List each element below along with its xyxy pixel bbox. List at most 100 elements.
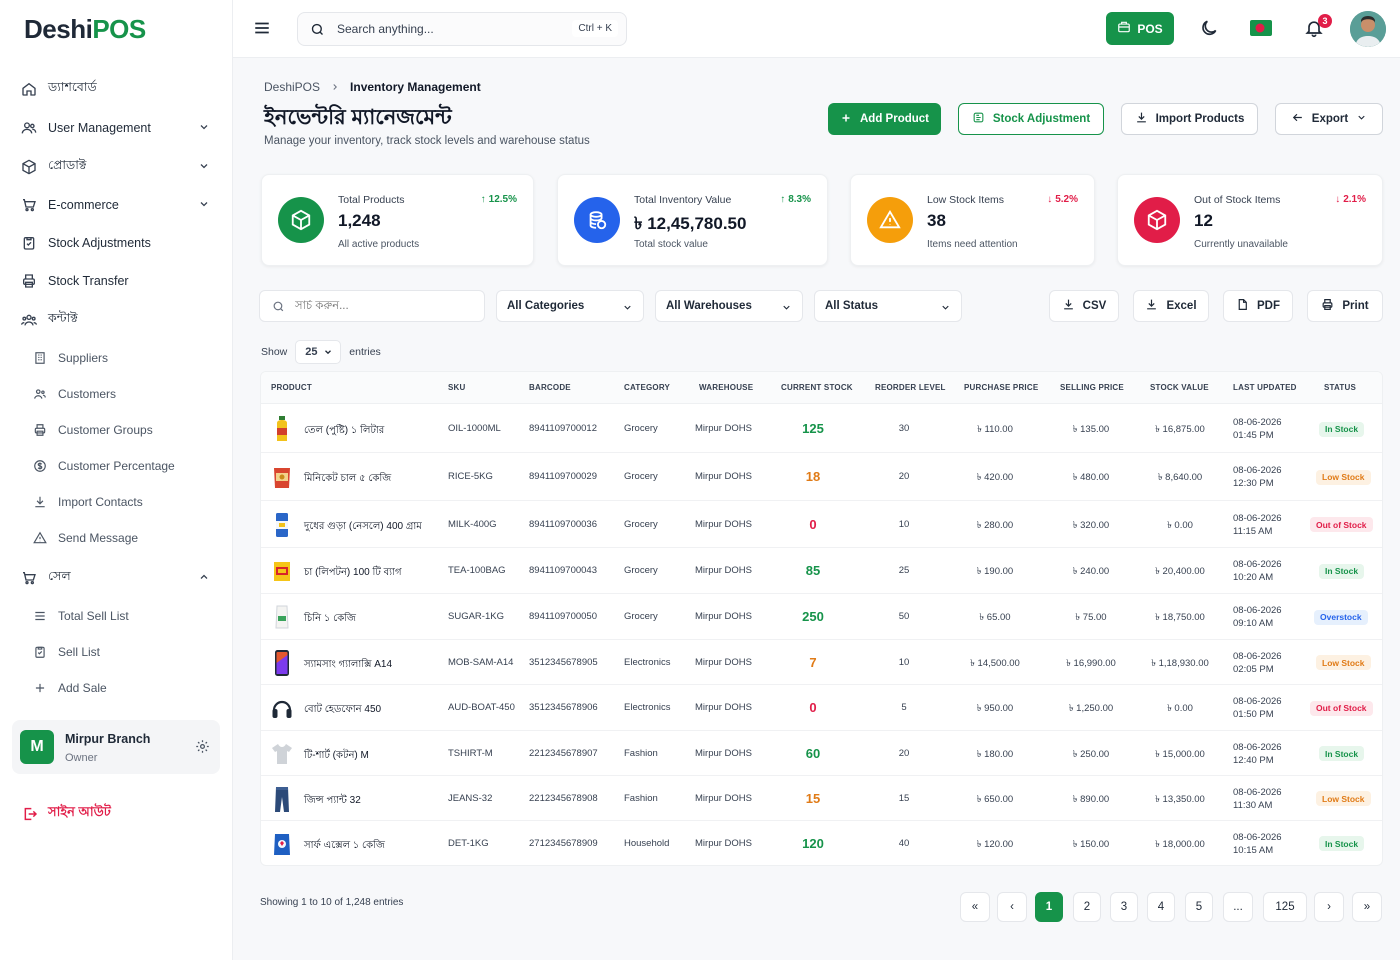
- product-name[interactable]: চা (লিপটন) 100 টি ব্যাগ: [304, 565, 402, 582]
- column-header[interactable]: CATEGORY: [624, 383, 670, 392]
- sidebar-sub-customer-percentage[interactable]: Customer Percentage: [32, 452, 222, 480]
- sidebar-sub-suppliers[interactable]: Suppliers: [32, 344, 222, 372]
- page-button[interactable]: 4: [1147, 892, 1175, 922]
- product-name[interactable]: তেল (পুষ্টি) ১ লিটার: [304, 423, 384, 440]
- sidebar-sub-customer-groups[interactable]: Customer Groups: [32, 416, 222, 444]
- updated-time: 12:40 PM: [1233, 754, 1274, 766]
- search-input[interactable]: [337, 22, 557, 36]
- column-header[interactable]: SKU: [448, 383, 466, 392]
- breadcrumb-root[interactable]: DeshiPOS: [264, 80, 320, 95]
- warehouse-cell: Mirpur DOHS: [695, 471, 753, 482]
- column-header[interactable]: SELLING PRICE: [1060, 383, 1124, 392]
- table-row[interactable]: মিনিকেট চাল ৫ কেজি RICE-5KG 8941109700029 G…: [261, 453, 1382, 501]
- sidebar-item-dashboard[interactable]: ড্যাশবোর্ড: [20, 74, 220, 104]
- last-updated-cell: 08-06-2026 11:30 AM: [1233, 786, 1282, 812]
- sidebar-sub-customers[interactable]: Customers: [32, 380, 222, 408]
- page-button[interactable]: 5: [1185, 892, 1213, 922]
- sidebar-sub-total-sell-list[interactable]: Total Sell List: [32, 602, 222, 630]
- product-name[interactable]: সার্ফ এক্সেল ১ কেজি: [304, 838, 385, 855]
- import-products-button[interactable]: Import Products: [1121, 103, 1258, 135]
- export-button[interactable]: Export: [1275, 103, 1383, 135]
- sidebar-sub-sell-list[interactable]: Sell List: [32, 638, 222, 666]
- entries-select[interactable]: 25: [295, 340, 342, 364]
- signout-button[interactable]: সাইন আউট: [22, 803, 111, 824]
- table-row[interactable]: জিন্স প্যান্ট 32 JEANS-32 2212345678908 Fas…: [261, 776, 1382, 821]
- page-button[interactable]: «: [960, 892, 990, 922]
- page-button[interactable]: ...: [1223, 892, 1253, 922]
- product-name[interactable]: বোট হেডফোন 450: [304, 702, 381, 719]
- table-search-input[interactable]: [295, 300, 465, 312]
- product-name[interactable]: দুধের গুড়া (নেসলে) 400 গ্রাম: [304, 519, 422, 536]
- gear-icon[interactable]: [195, 739, 210, 759]
- flag-icon[interactable]: [1250, 20, 1272, 36]
- user-avatar[interactable]: [1350, 11, 1386, 47]
- sidebar-item-stock-transfer[interactable]: Stock Transfer: [20, 266, 220, 296]
- warehouse-select[interactable]: All Warehouses: [655, 290, 803, 322]
- pos-button[interactable]: POS: [1106, 12, 1174, 45]
- product-name[interactable]: জিন্স প্যান্ট 32: [304, 793, 361, 810]
- print-button[interactable]: Print: [1307, 290, 1383, 322]
- sidebar-sub-add-sale[interactable]: Add Sale: [32, 674, 222, 702]
- warehouse-cell: Mirpur DOHS: [695, 702, 753, 713]
- menu-icon[interactable]: [253, 19, 271, 42]
- table-row[interactable]: স্যামসাং গ্যালাক্সি A14 MOB-SAM-A14 351234…: [261, 640, 1382, 685]
- table-row[interactable]: সার্ফ এক্সেল ১ কেজি DET-1KG 2712345678909 H…: [261, 821, 1382, 865]
- pdf-button[interactable]: PDF: [1223, 290, 1293, 322]
- stat-note: All active products: [338, 239, 420, 250]
- column-header[interactable]: CURRENT STOCK: [781, 383, 853, 392]
- column-header[interactable]: STOCK VALUE: [1150, 383, 1209, 392]
- add-product-button[interactable]: Add Product: [828, 103, 941, 135]
- sidebar-item-user-management[interactable]: User Management: [20, 113, 220, 143]
- sidebar-item-label: কন্টাক্ট: [48, 311, 78, 325]
- page-button[interactable]: 3: [1110, 892, 1138, 922]
- page-button[interactable]: ›: [1314, 892, 1344, 922]
- column-header[interactable]: LAST UPDATED: [1233, 383, 1297, 392]
- column-header[interactable]: PURCHASE PRICE: [964, 383, 1038, 392]
- home-icon: [20, 80, 38, 98]
- category-select[interactable]: All Categories: [496, 290, 644, 322]
- product-name[interactable]: মিনিকেট চাল ৫ কেজি: [304, 471, 391, 488]
- table-row[interactable]: চা (লিপটন) 100 টি ব্যাগ TEA-100BAG 8941109…: [261, 548, 1382, 594]
- column-header[interactable]: BARCODE: [529, 383, 571, 392]
- last-updated-cell: 08-06-2026 10:15 AM: [1233, 831, 1282, 857]
- branch-card[interactable]: M Mirpur Branch Owner: [12, 720, 220, 774]
- status-select[interactable]: All Status: [814, 290, 962, 322]
- moon-icon[interactable]: [1199, 18, 1219, 38]
- page-button[interactable]: 1: [1035, 892, 1063, 922]
- global-search[interactable]: Ctrl + K: [297, 12, 627, 46]
- reorder-level-cell: 10: [898, 518, 910, 530]
- product-name[interactable]: চিনি ১ কেজি: [304, 611, 356, 628]
- table-row[interactable]: চিনি ১ কেজি SUGAR-1KG 8941109700050 Grocery…: [261, 594, 1382, 640]
- sidebar-sub-import-contacts[interactable]: Import Contacts: [32, 488, 222, 516]
- download-icon: [1135, 111, 1148, 127]
- sidebar-item-sale[interactable]: সেল: [20, 563, 220, 593]
- page-button[interactable]: ‹: [997, 892, 1027, 922]
- arrow-left-icon: [1291, 111, 1304, 127]
- column-header[interactable]: REORDER LEVEL: [875, 383, 946, 392]
- column-header[interactable]: STATUS: [1324, 383, 1356, 392]
- table-search[interactable]: [259, 290, 485, 322]
- sidebar-item-product[interactable]: প্রোডাক্ট: [20, 152, 220, 182]
- sidebar-item-ecommerce[interactable]: E-commerce: [20, 190, 220, 220]
- table-row[interactable]: টি-শার্ট (কটন) M TSHIRT-M 2212345678907 Fas…: [261, 731, 1382, 776]
- table-row[interactable]: তেল (পুষ্টি) ১ লিটার OIL-1000ML 8941109700…: [261, 405, 1382, 453]
- status-badge: Overstock: [1314, 609, 1368, 625]
- excel-button[interactable]: Excel: [1133, 290, 1209, 322]
- column-header[interactable]: PRODUCT: [271, 383, 312, 392]
- sidebar-sub-send-message[interactable]: Send Message: [32, 524, 222, 552]
- brand-logo[interactable]: Deshi POS: [24, 14, 146, 45]
- sidebar-item-contacts[interactable]: কন্টাক্ট: [20, 305, 220, 335]
- page-button[interactable]: »: [1352, 892, 1382, 922]
- stock-adjustment-button[interactable]: Stock Adjustment: [958, 103, 1104, 135]
- current-stock-cell: 18: [805, 469, 821, 484]
- table-row[interactable]: দুধের গুড়া (নেসলে) 400 গ্রাম MILK-400G 89…: [261, 501, 1382, 548]
- product-name[interactable]: স্যামসাং গ্যালাক্সি A14: [304, 657, 392, 674]
- page-button[interactable]: 125: [1263, 892, 1307, 922]
- product-name[interactable]: টি-শার্ট (কটন) M: [304, 748, 369, 765]
- table-row[interactable]: বোট হেডফোন 450 AUD-BOAT-450 3512345678906 E…: [261, 685, 1382, 731]
- stat-trend: ↓ 2.1%: [1335, 194, 1366, 205]
- page-button[interactable]: 2: [1073, 892, 1101, 922]
- csv-button[interactable]: CSV: [1049, 290, 1119, 322]
- sidebar-item-stock-adjustments[interactable]: Stock Adjustments: [20, 228, 220, 258]
- column-header[interactable]: WAREHOUSE: [699, 383, 753, 392]
